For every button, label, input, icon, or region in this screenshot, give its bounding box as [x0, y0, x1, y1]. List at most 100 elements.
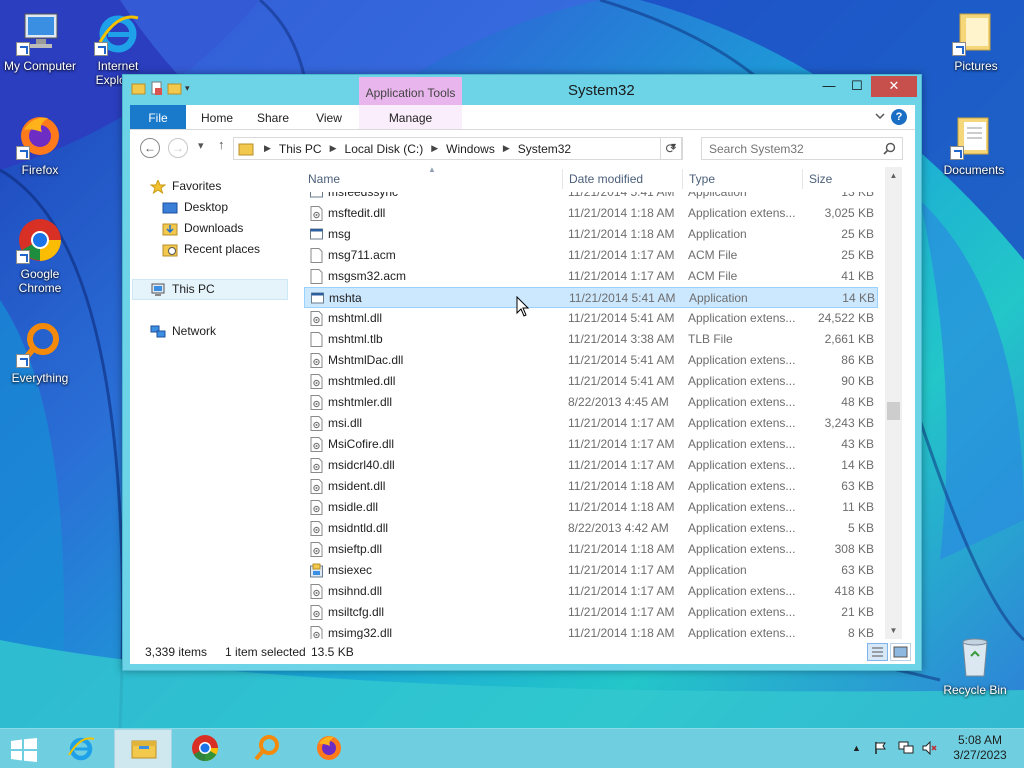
file-row[interactable]: msg 11/21/2014 1:18 AM Application 25 KB — [304, 224, 878, 245]
breadcrumb-separator-icon[interactable]: ▶ — [330, 143, 337, 154]
customize-qat-chevron-icon[interactable]: ▾ — [185, 83, 190, 94]
refresh-button[interactable]: ⟳ — [660, 137, 682, 160]
new-folder-icon[interactable] — [167, 81, 182, 96]
breadcrumb-local-disk[interactable]: Local Disk (C:) — [345, 142, 424, 156]
column-type[interactable]: Type — [689, 167, 715, 192]
desktop-icon-label: Pictures — [954, 59, 998, 73]
shortcut-arrow-icon — [16, 250, 30, 264]
file-row[interactable]: mshtml.dll 11/21/2014 5:41 AM Application … — [304, 308, 878, 329]
file-size: 25 KB — [841, 227, 874, 241]
network-icon[interactable] — [898, 741, 914, 755]
column-date-modified[interactable]: Date modified — [569, 167, 643, 192]
file-row[interactable]: mshtmler.dll 8/22/2013 4:45 AM Application… — [304, 392, 878, 413]
file-row[interactable]: MshtmlDac.dll 11/21/2014 5:41 AM Applicati… — [304, 350, 878, 371]
action-center-flag-icon[interactable] — [874, 741, 888, 755]
pictures-shortcut[interactable]: Pictures — [936, 8, 1016, 73]
breadcrumb-separator-icon[interactable]: ▶ — [503, 143, 510, 154]
my-computer-shortcut[interactable]: My Computer — [0, 8, 80, 73]
up-button[interactable]: ↑ — [218, 137, 225, 152]
taskbar-google-chrome[interactable] — [176, 729, 234, 768]
file-size: 41 KB — [841, 269, 874, 283]
nav-label: Recent places — [184, 242, 261, 256]
taskbar-firefox[interactable] — [300, 729, 358, 768]
show-hidden-icons-chevron-icon[interactable]: ▲ — [852, 743, 861, 753]
column-divider[interactable] — [562, 169, 563, 189]
everything-shortcut[interactable]: Everything — [0, 320, 80, 385]
minimize-button[interactable]: — — [815, 76, 843, 97]
file-row[interactable]: msgsm32.acm 11/21/2014 1:17 AM ACM File 41 … — [304, 266, 878, 287]
file-row[interactable]: msieftp.dll 11/21/2014 1:18 AM Application… — [304, 539, 878, 560]
scroll-down-arrow-icon[interactable]: ▼ — [885, 622, 902, 639]
nav-network[interactable]: Network — [150, 321, 216, 342]
search-box[interactable] — [701, 137, 903, 160]
details-view-button[interactable] — [867, 643, 888, 661]
large-icons-view-button[interactable] — [890, 643, 911, 661]
file-type: Application extens... — [688, 626, 796, 639]
file-row[interactable]: msg711.acm 11/21/2014 1:17 AM ACM File 25 K… — [304, 245, 878, 266]
file-name: msg711.acm — [328, 248, 396, 262]
file-row[interactable]: msihnd.dll 11/21/2014 1:17 AM Application … — [304, 581, 878, 602]
tab-home[interactable]: Home — [192, 105, 242, 129]
column-divider[interactable] — [682, 169, 683, 189]
file-size: 14 KB — [842, 291, 875, 305]
tab-view[interactable]: View — [304, 105, 354, 129]
column-name[interactable]: Name — [308, 167, 340, 192]
tab-file[interactable]: File — [130, 105, 186, 129]
navigation-bar: ← → ▾ ↑ ▶ This PC ▶ Local Disk (C:) ▶ Wi… — [130, 129, 915, 167]
taskbar-everything[interactable] — [238, 729, 296, 768]
forward-button[interactable]: → — [168, 138, 188, 158]
expand-ribbon-chevron-icon[interactable] — [875, 112, 885, 120]
close-button[interactable]: ✕ — [871, 76, 917, 97]
breadcrumb-this-pc[interactable]: This PC — [279, 142, 322, 156]
nav-favorites[interactable]: Favorites — [150, 176, 221, 197]
recycle-bin[interactable]: Recycle Bin — [935, 632, 1015, 697]
file-row[interactable]: MsiCofire.dll 11/21/2014 1:17 AM Applicati… — [304, 434, 878, 455]
file-row[interactable]: msiexec 11/21/2014 1:17 AM Application 63 K… — [304, 560, 878, 581]
breadcrumb-separator-icon[interactable]: ▶ — [264, 143, 271, 154]
file-row[interactable]: msimg32.dll 11/21/2014 1:18 AM Application… — [304, 623, 878, 639]
address-bar[interactable]: ▶ This PC ▶ Local Disk (C:) ▶ Windows ▶ … — [233, 137, 683, 160]
file-row[interactable]: msidcrl40.dll 11/21/2014 1:17 AM Applicati… — [304, 455, 878, 476]
vertical-scrollbar[interactable]: ▲ ▼ — [885, 167, 902, 639]
taskbar-internet-explorer[interactable] — [52, 729, 110, 768]
file-row[interactable]: msiltcfg.dll 11/21/2014 1:17 AM Applicatio… — [304, 602, 878, 623]
file-row[interactable]: msftedit.dll 11/21/2014 1:18 AM Applicatio… — [304, 203, 878, 224]
breadcrumb-separator-icon[interactable]: ▶ — [431, 143, 438, 154]
file-row[interactable]: msidle.dll 11/21/2014 1:18 AM Application … — [304, 497, 878, 518]
back-button[interactable]: ← — [140, 138, 160, 158]
search-input[interactable] — [709, 139, 879, 159]
properties-icon[interactable] — [149, 81, 164, 96]
nav-desktop[interactable]: Desktop — [162, 197, 228, 218]
tab-share[interactable]: Share — [248, 105, 298, 129]
windows-start-icon[interactable] — [10, 738, 38, 762]
scroll-thumb[interactable] — [887, 402, 900, 420]
column-divider[interactable] — [802, 169, 803, 189]
file-row[interactable]: msidntld.dll 8/22/2013 4:42 AM Application… — [304, 518, 878, 539]
file-row[interactable]: mshtml.tlb 11/21/2014 3:38 AM TLB File 2,66… — [304, 329, 878, 350]
taskbar-file-explorer[interactable] — [114, 729, 172, 768]
column-size[interactable]: Size — [809, 167, 832, 192]
tab-manage[interactable]: Manage — [359, 105, 462, 129]
nav-recent-places[interactable]: Recent places — [162, 239, 260, 260]
nav-this-pc[interactable]: This PC — [132, 279, 288, 300]
documents-shortcut[interactable]: Documents — [934, 112, 1014, 177]
breadcrumb-system32[interactable]: System32 — [518, 142, 571, 156]
maximize-button[interactable]: ☐ — [843, 76, 871, 97]
file-row[interactable]: mshta 11/21/2014 5:41 AM Application 14 KB — [304, 287, 878, 308]
explorer-window: ▾ Application Tools System32 — ☐ ✕ File … — [122, 74, 922, 671]
help-icon[interactable]: ? — [891, 109, 907, 125]
recent-locations-chevron-icon[interactable]: ▾ — [198, 139, 204, 152]
file-size: 3,025 KB — [824, 206, 874, 220]
firefox-shortcut[interactable]: Firefox — [0, 112, 80, 177]
system-clock[interactable]: 5:08 AM 3/27/2023 — [945, 733, 1015, 763]
file-row[interactable]: msident.dll 11/21/2014 1:18 AM Application… — [304, 476, 878, 497]
nav-downloads[interactable]: Downloads — [162, 218, 243, 239]
file-row[interactable]: msi.dll 11/21/2014 1:17 AM Application ext… — [304, 413, 878, 434]
search-icon[interactable] — [883, 142, 896, 155]
breadcrumb-windows[interactable]: Windows — [446, 142, 495, 156]
file-row[interactable]: mshtmled.dll 11/21/2014 5:41 AM Applicatio… — [304, 371, 878, 392]
google-chrome-shortcut[interactable]: Google Chrome — [0, 216, 80, 295]
volume-muted-icon[interactable] — [922, 741, 938, 755]
scroll-up-arrow-icon[interactable]: ▲ — [885, 167, 902, 184]
title-bar[interactable]: ▾ Application Tools System32 — ☐ ✕ — [123, 75, 921, 107]
